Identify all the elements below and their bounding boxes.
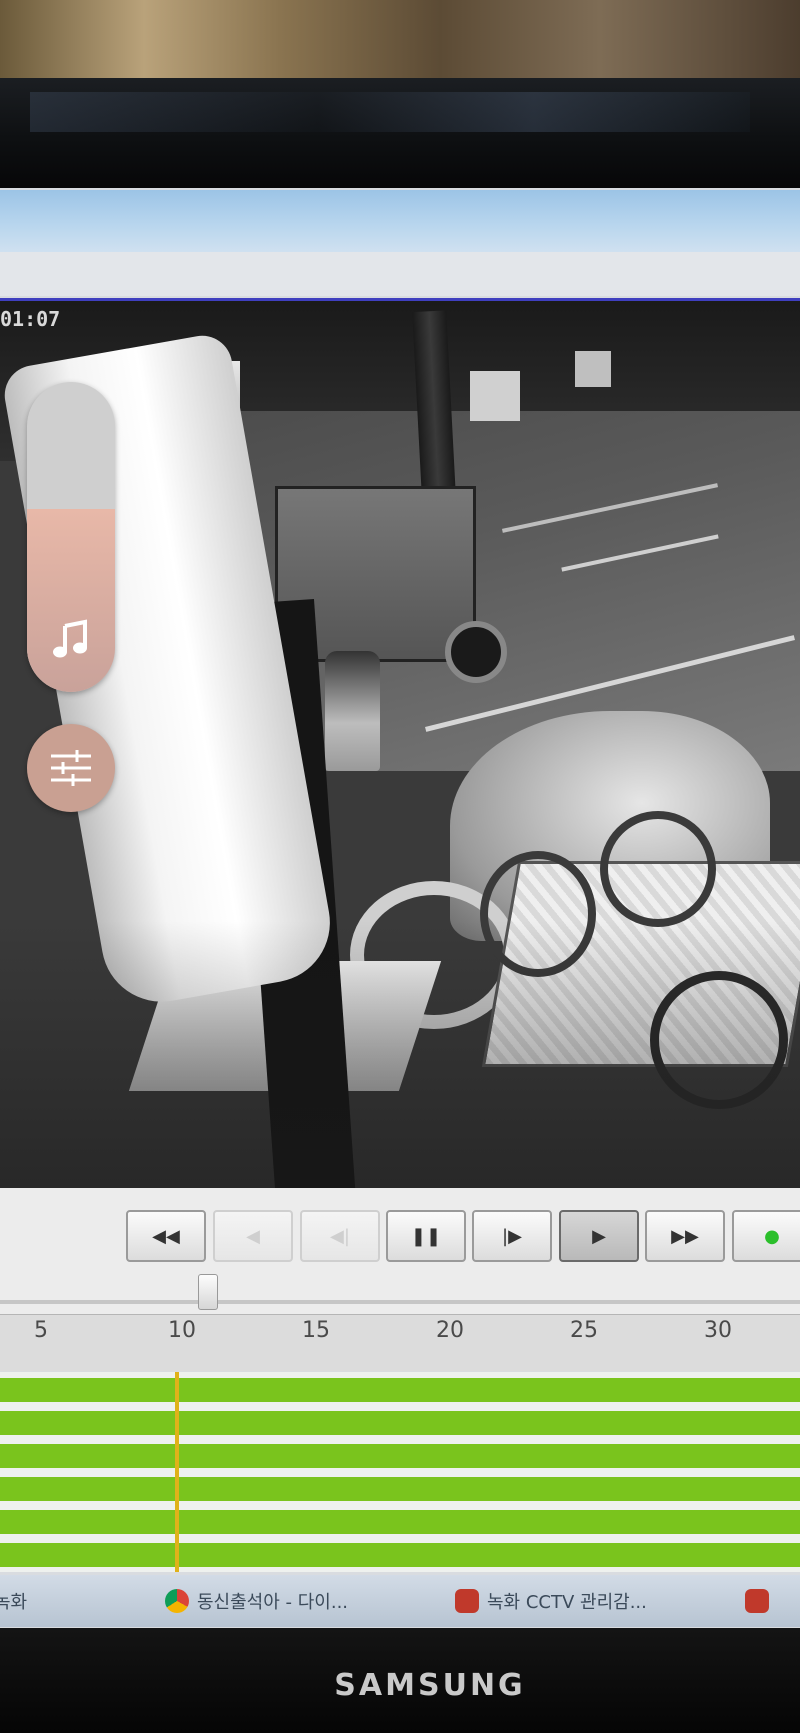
recording-bar [0, 1411, 800, 1435]
volume-fill [27, 509, 115, 692]
rewind-button[interactable]: ◀◀ [126, 1210, 206, 1262]
volume-slider[interactable] [27, 382, 115, 692]
step-forward-icon: |▶ [502, 1225, 522, 1247]
step-back-icon: ◀| [330, 1225, 350, 1247]
reverse-play-icon: ◀ [246, 1225, 260, 1247]
recording-bar [0, 1477, 800, 1501]
cctv-video-feed[interactable]: 01:07 [0, 298, 800, 1189]
app-icon [745, 1589, 769, 1613]
scene-wheel [600, 811, 716, 927]
recording-bar [0, 1510, 800, 1534]
seek-track[interactable] [0, 1300, 800, 1304]
taskbar-item-label: 동신출석아 - 다이... [197, 1592, 349, 1613]
timeline-ruler [0, 1314, 800, 1371]
scene-ground-shadow [0, 921, 800, 1189]
timeline-tick-label: 15 [302, 1318, 330, 1343]
recording-bar [0, 1444, 800, 1468]
recording-timeline[interactable] [0, 1372, 800, 1572]
play-icon: ▶ [592, 1225, 606, 1247]
recording-bar [0, 1543, 800, 1567]
timeline-tick-label: 20 [436, 1318, 464, 1343]
timeline-playhead[interactable] [175, 1372, 179, 1572]
pause-button[interactable]: ❚❚ [386, 1210, 466, 1262]
fast-forward-icon: ▶▶ [671, 1225, 699, 1247]
music-note-icon [53, 619, 87, 658]
taskbar-item-label: 녹화 [0, 1592, 28, 1613]
taskbar-item-cctv[interactable]: 녹화 CCTV 관리감... [455, 1584, 647, 1618]
scene-person [325, 651, 380, 771]
scene-cart-wheel [445, 621, 507, 683]
video-timestamp: 01:07 [0, 307, 61, 331]
taskbar-item-label: 녹화 CCTV 관리감... [487, 1592, 647, 1613]
window-toolbar-strip [0, 252, 800, 296]
pause-icon: ❚❚ [410, 1225, 442, 1247]
taskbar-item-chrome[interactable]: 동신출석아 - 다이... [165, 1584, 348, 1618]
room-background [0, 0, 800, 90]
recording-bar [0, 1378, 800, 1402]
taskbar-item[interactable]: 녹화 [0, 1584, 27, 1618]
reverse-play-button[interactable]: ◀ [213, 1210, 293, 1262]
timeline-tick-label: 10 [168, 1318, 196, 1343]
step-forward-button[interactable]: |▶ [472, 1210, 552, 1262]
sliders-icon [51, 750, 91, 786]
shield-icon [455, 1589, 479, 1613]
record-indicator-button[interactable]: ● [732, 1210, 800, 1262]
monitor-brand-logo: SAMSUNG [334, 1668, 526, 1703]
step-back-button[interactable]: ◀| [300, 1210, 380, 1262]
timeline-tick-label: 30 [704, 1318, 732, 1343]
record-indicator-icon: ● [764, 1225, 780, 1247]
fast-forward-button[interactable]: ▶▶ [645, 1210, 725, 1262]
scene-sign [575, 351, 611, 387]
seek-thumb[interactable] [198, 1274, 218, 1310]
scene-sign [470, 371, 520, 421]
play-button[interactable]: ▶ [559, 1210, 639, 1262]
equalizer-button[interactable] [27, 724, 115, 812]
timeline-tick-label: 25 [570, 1318, 598, 1343]
chrome-icon [165, 1589, 189, 1613]
taskbar-item-extra[interactable] [745, 1584, 777, 1618]
bezel-reflection [30, 92, 750, 132]
timeline-tick-label: 5 [34, 1318, 48, 1343]
windows-taskbar [0, 1575, 800, 1627]
rewind-icon: ◀◀ [152, 1225, 180, 1247]
